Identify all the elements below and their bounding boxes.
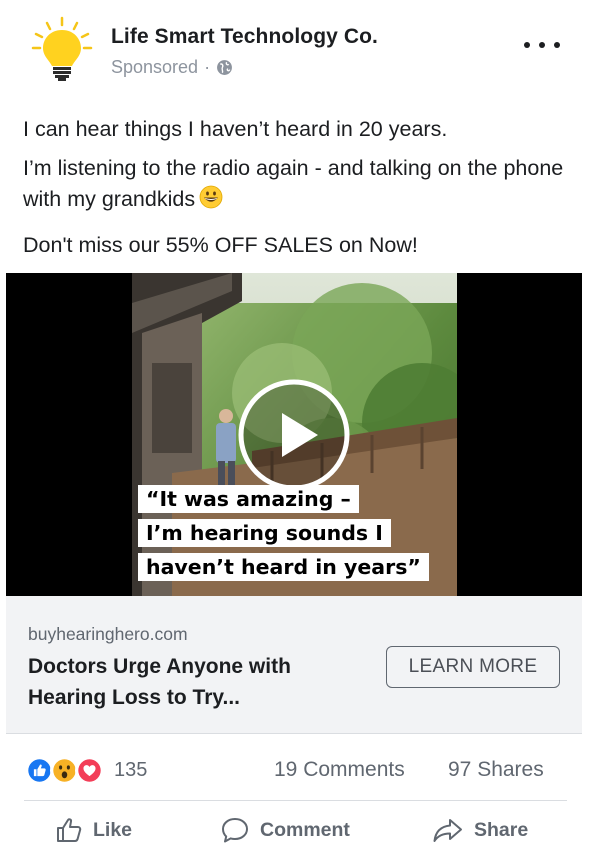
video-caption-line-2: I’m hearing sounds I: [138, 519, 391, 547]
share-arrow-icon: [433, 819, 462, 842]
post-header: Life Smart Technology Co. Sponsored ·: [0, 0, 591, 100]
meta-separator: ·: [204, 57, 211, 77]
divider: [24, 800, 567, 801]
thumbs-up-icon: [57, 818, 82, 842]
play-button-icon[interactable]: [238, 379, 350, 491]
more-dot-icon: [554, 42, 560, 48]
video-player[interactable]: “It was amazing – I’m hearing sounds I h…: [6, 273, 582, 596]
link-headline[interactable]: Doctors Urge Anyone with Hearing Loss to…: [28, 651, 368, 713]
share-button[interactable]: Share: [432, 816, 528, 844]
grinning-face-emoji-icon: [199, 185, 223, 209]
page-name-link[interactable]: Life Smart Technology Co.: [111, 25, 378, 49]
video-caption-line-3: haven’t heard in years”: [138, 553, 429, 581]
post-text-line-2-content: I’m listening to the radio again - and t…: [23, 156, 564, 211]
post-text-line-3: Don't miss our 55% OFF SALES on Now!: [23, 233, 418, 257]
more-options-button[interactable]: [524, 35, 560, 55]
link-preview-card[interactable]: buyhearinghero.com Doctors Urge Anyone w…: [6, 596, 582, 734]
comment-button[interactable]: Comment: [220, 816, 350, 844]
share-label: Share: [474, 818, 529, 841]
globe-icon: [217, 60, 233, 75]
reaction-count: 135: [114, 759, 148, 781]
video-caption-line-1: “It was amazing –: [138, 485, 359, 513]
post-text-line-1: I can hear things I haven’t heard in 20 …: [23, 117, 448, 141]
like-label: Like: [93, 818, 133, 841]
more-dot-icon: [524, 42, 530, 48]
shares-count-link[interactable]: 97 Shares: [448, 758, 544, 782]
reactions-summary[interactable]: 135: [25, 756, 147, 785]
engagement-bar: 135 19 Comments 97 Shares: [0, 748, 591, 792]
comment-bubble-icon: [222, 818, 248, 843]
love-reaction-icon: [75, 756, 104, 785]
comment-label: Comment: [260, 818, 350, 841]
sponsored-label[interactable]: Sponsored: [111, 57, 198, 78]
like-button[interactable]: Like: [55, 816, 132, 844]
comments-count-link[interactable]: 19 Comments: [274, 758, 405, 782]
post-actions: Like Comment Share: [0, 808, 591, 856]
post-meta: Sponsored ·: [111, 57, 233, 78]
post-text-line-2: I’m listening to the radio again - and t…: [23, 153, 571, 215]
lightbulb-logo-icon[interactable]: [28, 16, 96, 82]
link-domain: buyhearinghero.com: [28, 624, 188, 644]
learn-more-button[interactable]: LEARN MORE: [386, 646, 560, 688]
more-dot-icon: [539, 42, 545, 48]
